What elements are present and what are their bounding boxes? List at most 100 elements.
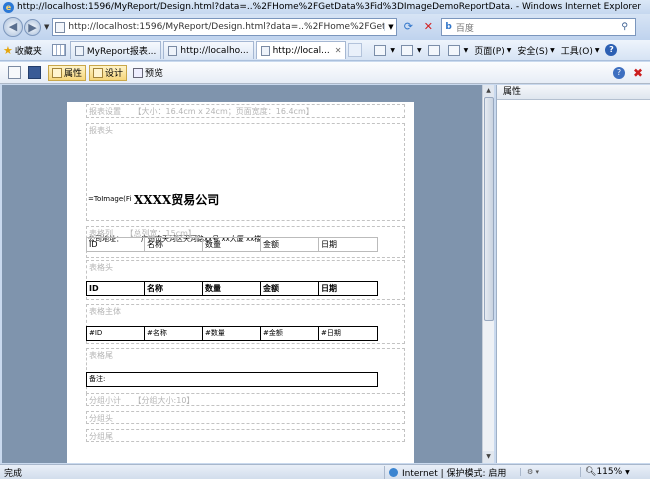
design-canvas[interactable]: 报表设置 【大小：16.4cm x 24cm；页面宽度：16.4cm】 报表头 … [2,85,482,463]
page-icon [55,21,66,33]
help-icon[interactable]: ? [612,66,625,79]
header-cell[interactable]: ID [87,282,145,295]
tab-localhost-1[interactable]: http://localho... [163,41,254,59]
zoom-level: 115% [596,467,623,477]
properties-icon [52,67,62,78]
body-cell[interactable]: #名称 [145,327,203,340]
status-bar: 完成 Internet | 保护模式: 启用 ⚙ ▾ 🔍︎ 115% ▼ [0,464,650,479]
page-menu[interactable]: 页面(P) ▼ [474,44,511,57]
header-cell[interactable]: 日期 [319,282,377,295]
remarks-field[interactable]: 备注: [86,372,378,387]
report-settings-section[interactable]: 报表设置 【大小：16.4cm x 24cm；页面宽度：16.4cm】 [86,104,405,118]
zoom-dropdown-icon[interactable]: ▼ [625,469,630,476]
preview-button[interactable]: 预览 [130,65,166,81]
refresh-icon[interactable]: ⟳ [399,18,417,36]
vertical-scrollbar[interactable]: ▲ ▼ [482,85,494,463]
report-settings-info: 【大小：16.4cm x 24cm；页面宽度：16.4cm】 [133,107,314,116]
address-row: ◀ ▶ ▼ http://localhost:1596/MyReport/Des… [0,14,650,40]
search-icon[interactable]: ⚲ [621,22,635,32]
column-name[interactable]: 数量 [203,238,261,251]
header-cell[interactable]: 数量 [203,282,261,295]
recent-pages-dropdown-icon[interactable]: ▼ [44,23,49,31]
url-text[interactable]: http://localhost:1596/MyReport/Design.ht… [68,22,384,32]
group-footer-section[interactable]: 分组尾 [86,429,405,442]
mail-button[interactable] [427,44,442,56]
favorites-and-tabs-bar: ★ 收藏夹 MyReport报表... http://localho... ht… [0,40,650,61]
column-name[interactable]: ID [87,238,145,251]
feeds-button[interactable]: ▼ [401,44,422,56]
close-icon[interactable]: ✖ [633,66,643,80]
report-settings-label: 报表设置 [89,107,121,116]
report-page[interactable]: 报表设置 【大小：16.4cm x 24cm；页面宽度：16.4cm】 报表头 … [67,102,414,463]
favorites-button[interactable]: ★ 收藏夹 [3,44,42,57]
image-expression-field[interactable]: =ToImage(Fi [88,195,131,203]
header-cell[interactable]: 名称 [145,282,203,295]
page-icon [260,45,270,56]
table-header-row: ID 名称 数量 金额 日期 [86,281,378,296]
back-button[interactable]: ◀ [3,17,23,37]
feed-icon [401,44,414,56]
tab-localhost-active[interactable]: http://local... ✕ [255,41,347,59]
header-cell[interactable]: 金额 [261,282,319,295]
column-name[interactable]: 名称 [145,238,203,251]
column-name[interactable]: 日期 [319,238,377,251]
scrollbar-thumb[interactable] [484,97,494,321]
body-cell[interactable]: #数量 [203,327,261,340]
zoom-icon: 🔍︎ [585,467,597,477]
new-report-icon[interactable] [8,66,21,79]
group-header-label: 分组头 [89,414,113,423]
new-tab-button[interactable] [348,43,363,57]
save-icon[interactable] [28,66,41,79]
tab-label: http://localho... [180,45,249,56]
search-box[interactable]: b 百度 ⚲ [441,18,637,36]
company-name-field[interactable]: XXXX贸易公司 [134,191,219,208]
favorites-label: 收藏夹 [14,46,42,57]
body-cell[interactable]: #日期 [319,327,377,340]
properties-button-label: 属性 [64,69,83,79]
address-bar[interactable]: http://localhost:1596/MyReport/Design.ht… [52,18,398,36]
forward-button[interactable]: ▶ [24,18,41,36]
properties-panel: 属性 [496,85,650,463]
preview-icon [133,67,144,78]
preview-button-label: 预览 [145,69,164,79]
tab-label: http://local... [272,45,330,56]
table-body-row: #ID #名称 #数量 #金额 #日期 [86,326,378,341]
address-dropdown-icon[interactable]: ▼ [384,23,396,31]
help-icon[interactable]: ? [605,44,618,56]
properties-panel-title: 属性 [497,85,650,100]
body-cell[interactable]: #金额 [261,327,319,340]
search-input[interactable]: 百度 [456,21,622,34]
settings-icon[interactable]: ⚙ ▾ [527,468,539,476]
design-button[interactable]: 设计 [89,64,128,81]
search-provider-icon: b [445,22,452,32]
quick-tabs-icon[interactable] [51,44,66,56]
group-header-section[interactable]: 分组头 [86,411,405,424]
stop-icon[interactable]: ✕ [419,18,437,36]
properties-button[interactable]: 属性 [48,64,87,81]
column-names-row: ID 名称 数量 金额 日期 [86,237,378,252]
scroll-up-icon[interactable]: ▲ [483,85,494,97]
close-tab-icon[interactable]: ✕ [335,46,342,55]
window-title: http://localhost:1596/MyReport/Design.ht… [17,2,642,12]
group-footer-label: 分组尾 [89,432,113,441]
page-icon [74,45,84,56]
tools-menu[interactable]: 工具(O) ▼ [561,44,600,57]
internet-explorer-icon: e [3,1,14,13]
security-zone[interactable]: Internet | 保护模式: 启用 [384,465,520,479]
table-footer-section[interactable]: 表格尾 [86,348,405,394]
star-icon: ★ [3,43,13,57]
page-icon [168,45,178,56]
mail-icon [427,44,440,56]
tab-myreport[interactable]: MyReport报表... [69,41,162,59]
group-subtotal-section[interactable]: 分组小计 【分组大小:10】 [86,393,405,406]
print-icon [447,44,460,56]
design-button-label: 设计 [105,69,124,79]
zoom-control[interactable]: 🔍︎ 115% ▼ [580,467,630,477]
safety-menu[interactable]: 安全(S) ▼ [517,44,554,57]
print-button[interactable]: ▼ [447,44,468,56]
scroll-down-icon[interactable]: ▼ [483,451,494,463]
column-name[interactable]: 金额 [261,238,319,251]
home-button[interactable]: ▼ [374,44,395,56]
protected-mode-icons[interactable]: ⚙ ▾ [520,468,580,476]
body-cell[interactable]: #ID [87,327,145,340]
